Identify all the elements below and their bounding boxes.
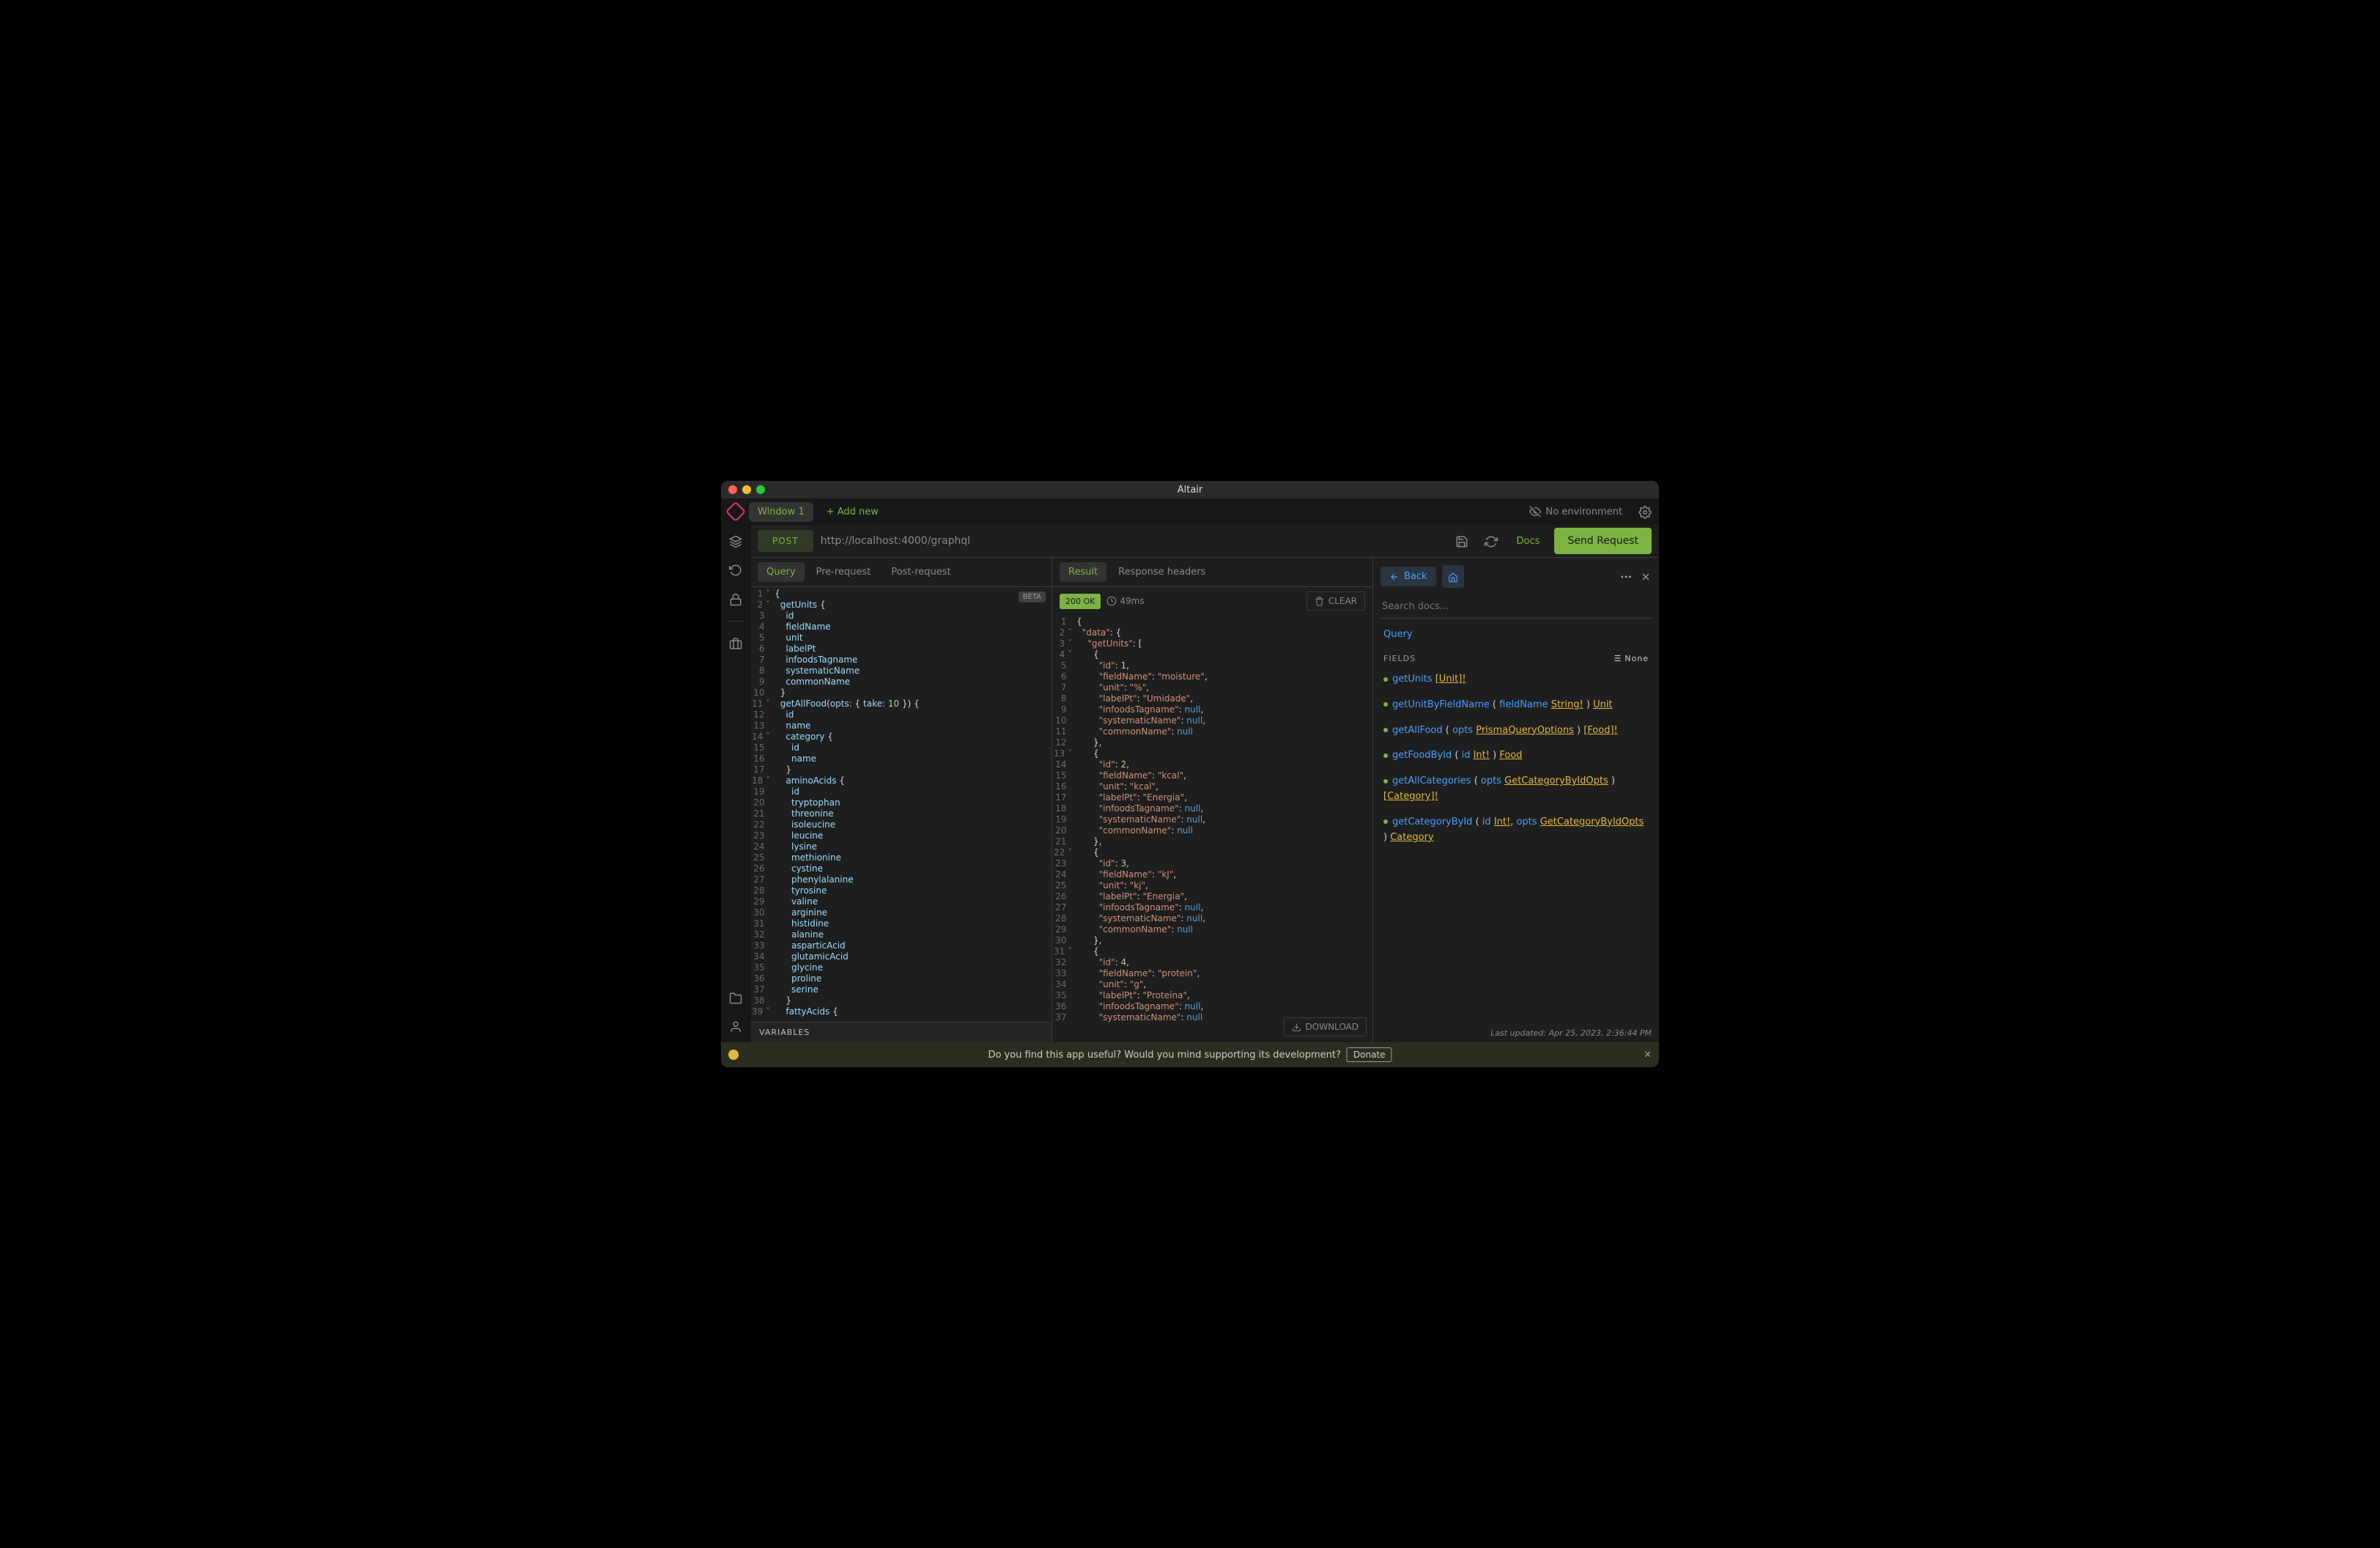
titlebar: Altair [721, 481, 1659, 498]
docs-home-button[interactable] [1442, 565, 1464, 588]
docs-field-getCategoryById[interactable]: getCategoryById ( id Int!, opts GetCateg… [1383, 815, 1649, 846]
status-badge: 200 OK [1060, 594, 1101, 609]
support-message: Do you find this app useful? Would you m… [988, 1050, 1340, 1061]
response-time: 49ms [1106, 596, 1144, 606]
tab-postrequest[interactable]: Post-request [882, 562, 959, 582]
send-request-button[interactable]: Send Request [1554, 528, 1652, 554]
environment-selector[interactable]: No environment [1529, 506, 1622, 517]
sidebar-item-files[interactable] [729, 990, 742, 1005]
sidebar-item-schema[interactable] [729, 534, 742, 548]
sidebar-item-account[interactable] [729, 1020, 742, 1034]
warning-icon [728, 1050, 739, 1060]
reload-schema-button[interactable] [1480, 529, 1502, 553]
sidebar-item-auth[interactable] [729, 591, 742, 606]
workspace-tab-window1[interactable]: Window 1 [749, 502, 813, 522]
result-viewer[interactable]: 1 2 ˅ 3 ˅ 4 ˅ 5 6 7 8 9 10 11 12 13 ˅ 14… [1052, 615, 1372, 1042]
docs-search-input[interactable] [1381, 595, 1652, 619]
http-method-button[interactable]: POST [758, 530, 813, 552]
docs-close-button[interactable] [1640, 570, 1652, 584]
last-updated: Last updated: Apr 25, 2023, 2:36:44 PM [1373, 1024, 1659, 1042]
docs-filter-button[interactable]: None [1611, 653, 1649, 663]
workspace-tabbar: Window 1 + Add new No environment [721, 498, 1659, 525]
clear-button[interactable]: CLEAR [1307, 591, 1365, 611]
query-panel: Query Pre-request Post-request BETA 1 ˅ … [750, 558, 1052, 1042]
settings-button[interactable] [1638, 504, 1652, 519]
docs-field-getAllFood[interactable]: getAllFood ( opts PrismaQueryOptions ) [… [1383, 723, 1649, 739]
altair-logo-icon [725, 501, 746, 522]
result-panel: Result Response headers 200 OK 49ms CLEA… [1052, 558, 1373, 1042]
docs-field-getUnits[interactable]: getUnits [Unit]! [1383, 672, 1649, 688]
sidebar-item-history[interactable] [729, 563, 742, 578]
query-editor[interactable]: 1 ˅ 2 ˅ 3 4 5 6 7 8 9 10 11 ˅ 12 13 14 ˅… [750, 587, 1052, 1022]
docs-back-button[interactable]: Back [1381, 567, 1436, 586]
add-window-button[interactable]: + Add new [819, 502, 886, 522]
support-banner: Do you find this app useful? Would you m… [721, 1042, 1659, 1067]
minimize-window-button[interactable] [742, 485, 751, 494]
donate-button[interactable]: Donate [1347, 1047, 1392, 1062]
tab-result[interactable]: Result [1060, 562, 1106, 582]
window-title: Altair [1178, 484, 1203, 495]
docs-panel: Back Query [1373, 558, 1659, 1042]
url-bar: POST Docs Send Request [750, 525, 1659, 557]
docs-field-getFoodById[interactable]: getFoodById ( id Int! ) Food [1383, 748, 1649, 764]
sidebar-item-collections[interactable] [729, 636, 742, 651]
download-button[interactable]: DOWNLOAD [1284, 1017, 1367, 1036]
sidebar [721, 525, 750, 1042]
docs-more-button[interactable] [1619, 570, 1633, 584]
environment-label: No environment [1545, 506, 1622, 517]
close-window-button[interactable] [728, 485, 737, 494]
banner-close-button[interactable]: ✕ [1644, 1050, 1652, 1061]
tab-prerequest[interactable]: Pre-request [808, 562, 880, 582]
url-input[interactable] [821, 535, 1444, 547]
maximize-window-button[interactable] [756, 485, 765, 494]
docs-link[interactable]: Docs [1517, 536, 1540, 547]
docs-fields-header: FIELDS [1383, 654, 1416, 663]
tab-query[interactable]: Query [758, 562, 805, 582]
docs-field-getUnitByFieldName[interactable]: getUnitByFieldName ( fieldName String! )… [1383, 698, 1649, 713]
save-request-button[interactable] [1451, 529, 1473, 553]
tab-response-headers[interactable]: Response headers [1109, 562, 1214, 582]
docs-field-getAllCategories[interactable]: getAllCategories ( opts GetCategoryByIdO… [1383, 774, 1649, 805]
response-time-value: 49ms [1120, 596, 1144, 606]
docs-query-link[interactable]: Query [1383, 629, 1649, 640]
variables-section[interactable]: VARIABLES [750, 1022, 1052, 1042]
